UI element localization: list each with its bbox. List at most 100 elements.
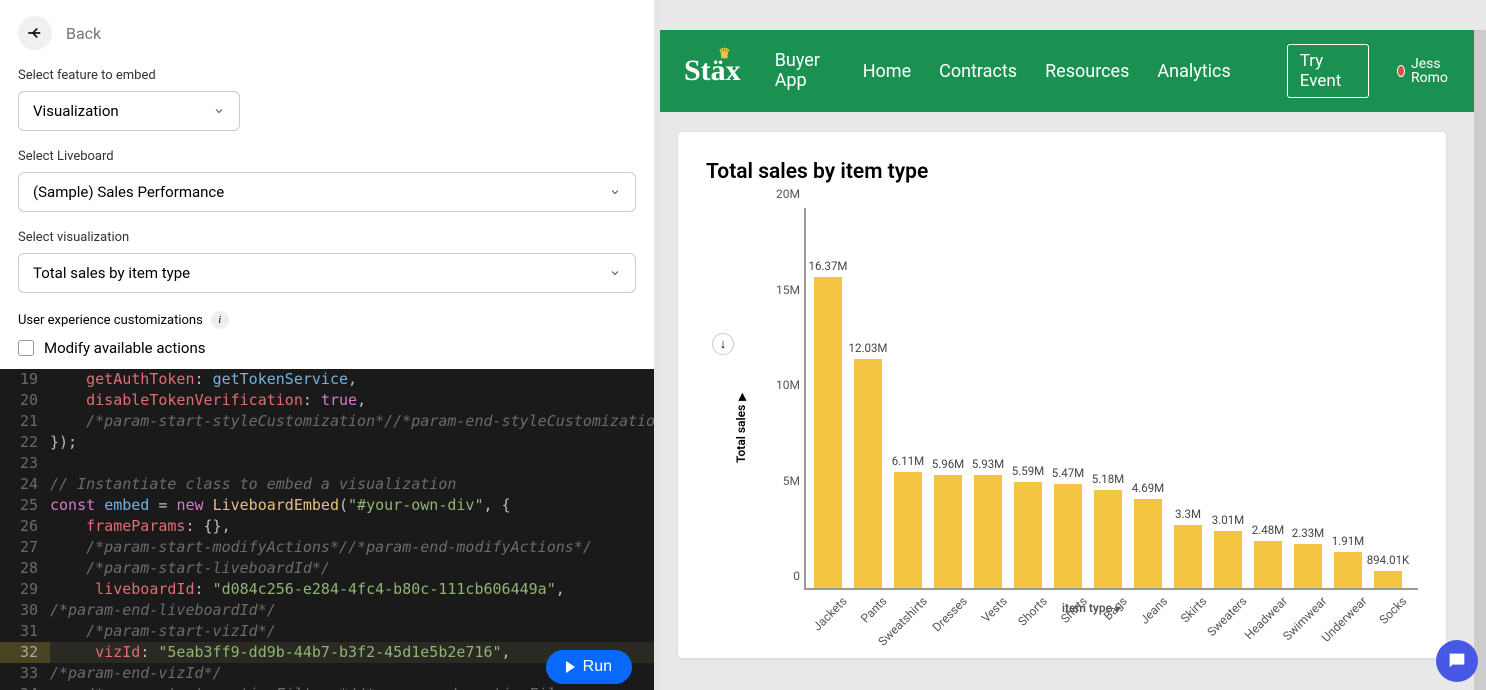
bar-value-label: 2.48M <box>1252 523 1284 537</box>
sort-descending-icon[interactable]: ↓ <box>712 333 734 355</box>
y-axis-title: Total sales▶ <box>734 393 748 463</box>
preview-scrollbar[interactable] <box>1474 30 1486 690</box>
category-label: Socks <box>1377 594 1410 627</box>
bar[interactable] <box>1294 544 1322 588</box>
bar-value-label: 5.96M <box>932 457 964 471</box>
arrow-left-icon <box>26 24 44 42</box>
bar[interactable] <box>1334 552 1362 588</box>
nav-contracts[interactable]: Contracts <box>939 61 1017 82</box>
nav-resources[interactable]: Resources <box>1045 61 1129 82</box>
bar-value-label: 12.03M <box>849 341 888 355</box>
bar[interactable] <box>814 277 842 588</box>
code-line[interactable]: 26 frameParams: {}, <box>0 516 654 537</box>
chevron-down-icon <box>609 267 621 279</box>
bar[interactable] <box>1374 571 1402 588</box>
bar[interactable] <box>1054 484 1082 588</box>
code-line[interactable]: 20 disableTokenVerification: true, <box>0 390 654 411</box>
ux-customizations-label: User experience customizations i <box>18 311 636 329</box>
modify-actions-label: Modify available actions <box>44 339 206 357</box>
avatar-icon <box>1397 65 1405 77</box>
y-tick: 15M <box>764 283 800 297</box>
category-label: Dresses <box>929 594 969 634</box>
bar-value-label: 894.01K <box>1367 553 1410 567</box>
crown-icon: ♛ <box>718 46 731 63</box>
modify-actions-row[interactable]: Modify available actions <box>18 339 636 357</box>
feature-select[interactable]: Visualization <box>18 91 240 131</box>
code-line[interactable]: 24// Instantiate class to embed a visual… <box>0 474 654 495</box>
bar-value-label: 1.91M <box>1332 534 1364 548</box>
y-tick: 5M <box>764 474 800 488</box>
feature-label: Select feature to embed <box>18 68 636 83</box>
y-tick: 0 <box>764 569 800 583</box>
nav-buyer-app[interactable]: Buyer App <box>775 51 835 91</box>
chevron-down-icon <box>609 186 621 198</box>
nav-analytics[interactable]: Analytics <box>1157 61 1230 82</box>
y-tick: 10M <box>764 378 800 392</box>
bar-value-label: 4.69M <box>1132 481 1164 495</box>
nav-home[interactable]: Home <box>863 61 911 82</box>
back-label: Back <box>66 24 101 43</box>
category-label: Skirts <box>1178 594 1210 626</box>
help-chat-button[interactable] <box>1436 640 1478 682</box>
chat-icon <box>1446 650 1468 672</box>
code-line[interactable]: 28 /*param-start-liveboardId*/ <box>0 558 654 579</box>
viz-value: Total sales by item type <box>33 264 190 282</box>
bar-value-label: 3.01M <box>1212 513 1244 527</box>
bar-value-label: 16.37M <box>809 259 848 273</box>
y-tick: 20M <box>764 187 800 201</box>
bar[interactable] <box>974 475 1002 588</box>
code-line[interactable]: 34 /*param-start-runtimeFilters*//*param… <box>0 684 654 690</box>
back-row: Back <box>18 16 636 50</box>
category-label: Jackets <box>810 594 850 634</box>
bar[interactable] <box>854 359 882 588</box>
bar[interactable] <box>1014 482 1042 588</box>
bar-value-label: 5.93M <box>972 457 1004 471</box>
chevron-down-icon <box>213 105 225 117</box>
viz-label: Select visualization <box>18 230 636 245</box>
code-line[interactable]: 29 liveboardId: "d084c256-e284-4fc4-b80c… <box>0 579 654 600</box>
code-line[interactable]: 21 /*param-start-styleCustomization*//*p… <box>0 411 654 432</box>
code-line[interactable]: 22}); <box>0 432 654 453</box>
code-line[interactable]: 30/*param-end-liveboardId*/ <box>0 600 654 621</box>
viz-select[interactable]: Total sales by item type <box>18 253 636 293</box>
code-line[interactable]: 19 getAuthToken: getTokenService, <box>0 369 654 390</box>
run-button[interactable]: Run <box>546 650 632 684</box>
chart-card: Total sales by item type ↓ Total sales▶ … <box>678 132 1446 658</box>
x-axis-title: item type ▾ <box>1062 601 1120 615</box>
bar-value-label: 3.3M <box>1175 507 1201 521</box>
bar-chart: ↓ Total sales▶ 16.37M Jackets 12.03M Pants 6… <box>706 208 1418 648</box>
bar[interactable] <box>1134 499 1162 588</box>
checkbox-icon[interactable] <box>18 340 34 356</box>
code-line[interactable]: 31 /*param-start-vizId*/ <box>0 621 654 642</box>
code-line[interactable]: 27 /*param-start-modifyActions*//*param-… <box>0 537 654 558</box>
bar-value-label: 6.11M <box>892 454 924 468</box>
app-topbar: ♛Stäx Buyer App Home Contracts Resources… <box>660 30 1476 112</box>
config-top: Back Select feature to embed Visualizati… <box>0 0 654 369</box>
bar-value-label: 5.18M <box>1092 472 1124 486</box>
code-line[interactable]: 25const embed = new LiveboardEmbed("#you… <box>0 495 654 516</box>
category-label: Pants <box>858 594 890 626</box>
user-menu[interactable]: Jess Romo <box>1397 57 1452 85</box>
category-label: Jeans <box>1137 594 1170 627</box>
bar[interactable] <box>894 472 922 588</box>
bar-value-label: 5.59M <box>1012 464 1044 478</box>
back-button[interactable] <box>18 16 52 50</box>
try-event-button[interactable]: Try Event <box>1287 44 1369 98</box>
code-line[interactable]: 23 <box>0 453 654 474</box>
preview-panel: ♛Stäx Buyer App Home Contracts Resources… <box>660 0 1486 690</box>
category-label: Shorts <box>1015 594 1050 629</box>
bar-value-label: 5.47M <box>1052 466 1084 480</box>
category-label: Vests <box>979 594 1010 625</box>
liveboard-label: Select Liveboard <box>18 149 636 164</box>
config-panel: Back Select feature to embed Visualizati… <box>0 0 660 690</box>
liveboard-select[interactable]: (Sample) Sales Performance <box>18 172 636 212</box>
info-icon[interactable]: i <box>211 311 229 329</box>
bar[interactable] <box>1094 490 1122 588</box>
brand-logo: ♛Stäx <box>684 54 747 88</box>
bar[interactable] <box>1174 525 1202 588</box>
code-editor[interactable]: 19 getAuthToken: getTokenService,20 disa… <box>0 369 654 690</box>
bar[interactable] <box>1254 541 1282 588</box>
bar[interactable] <box>934 475 962 588</box>
chart-title: Total sales by item type <box>706 160 1418 184</box>
bar[interactable] <box>1214 531 1242 588</box>
